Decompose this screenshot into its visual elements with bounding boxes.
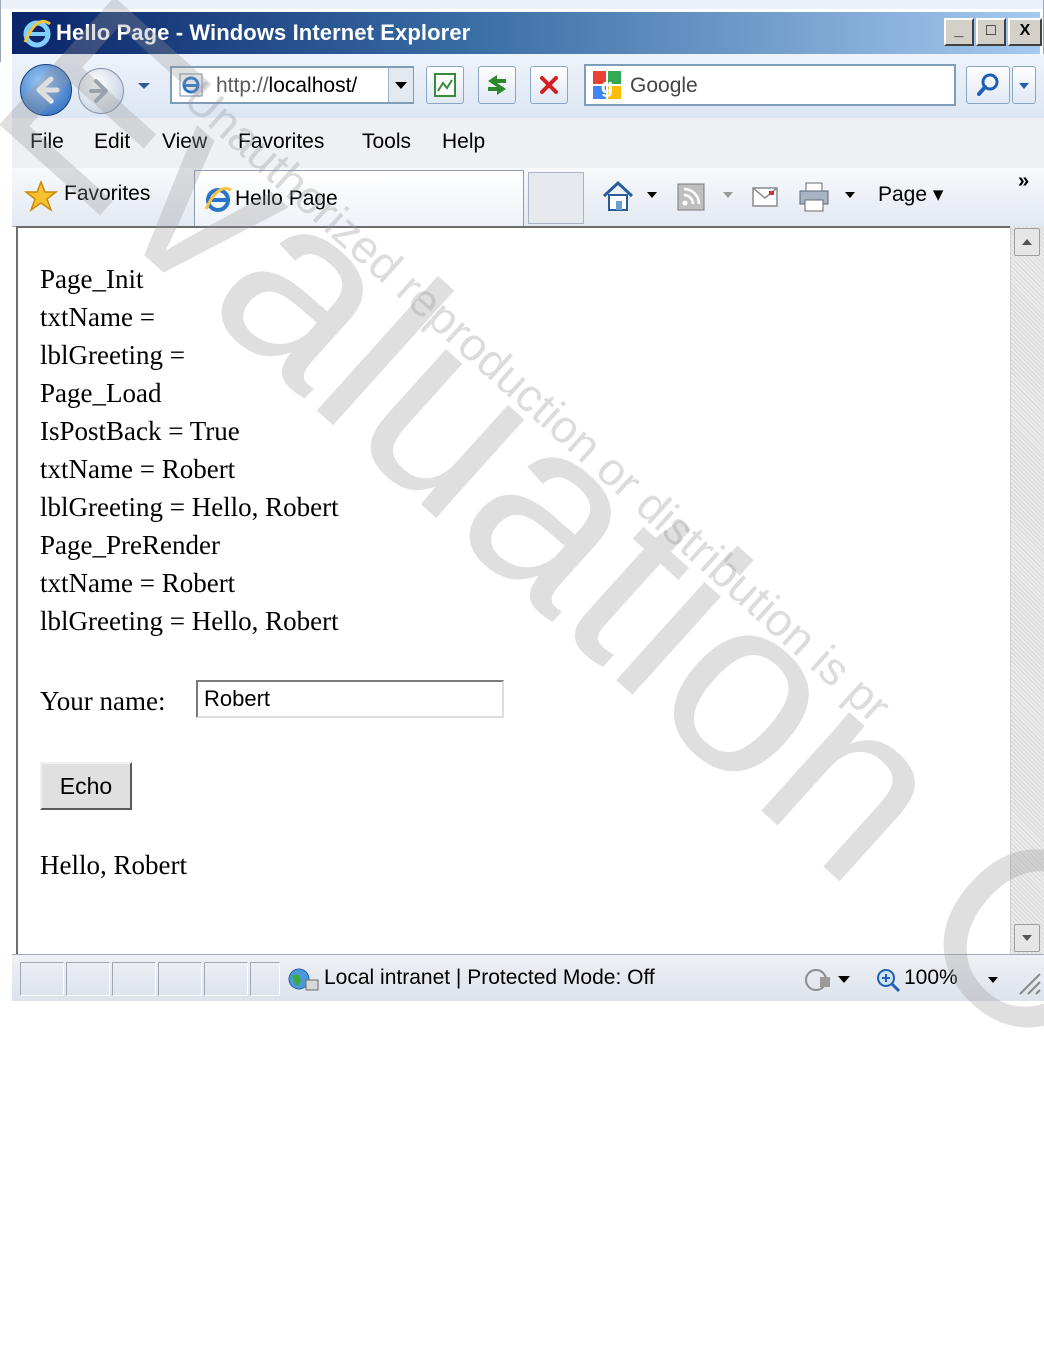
page-icon xyxy=(179,73,203,97)
tab-title: Hello Page xyxy=(235,187,338,210)
printer-icon[interactable] xyxy=(796,180,832,214)
forward-arrow-icon xyxy=(89,79,108,103)
trace-line: txtName = Robert xyxy=(40,568,236,598)
close-button[interactable]: X xyxy=(1008,18,1042,46)
search-box[interactable]: g Google xyxy=(584,64,956,106)
svg-text:g: g xyxy=(601,76,613,98)
address-protocol: http:// xyxy=(216,74,269,97)
greeting-label: Hello, Robert xyxy=(40,850,187,880)
chevron-down-icon xyxy=(1019,83,1029,89)
address-bar[interactable]: http://localhost/ xyxy=(170,66,414,104)
chevron-down-icon[interactable] xyxy=(986,974,1000,986)
new-tab-button[interactable] xyxy=(528,172,584,224)
status-pane xyxy=(66,962,110,996)
menu-tools[interactable]: Tools xyxy=(362,130,411,154)
chevron-down-icon[interactable] xyxy=(646,190,658,200)
menu-file[interactable]: File xyxy=(30,130,64,154)
google-logo-icon: g xyxy=(593,71,621,99)
trace-line: txtName = xyxy=(40,302,155,332)
address-host: localhost/ xyxy=(268,74,358,97)
resize-grip-icon[interactable] xyxy=(1014,968,1042,996)
chevron-down-icon[interactable] xyxy=(722,190,734,200)
status-pane xyxy=(20,962,64,996)
menu-favorites[interactable]: Favorites xyxy=(238,130,324,154)
status-pane xyxy=(158,962,202,996)
ie-page-icon xyxy=(204,187,232,212)
magnifier-icon xyxy=(977,73,999,96)
address-dropdown-button[interactable] xyxy=(388,68,413,102)
trace-output: Page_Init txtName = lblGreeting = Page_L… xyxy=(40,260,339,640)
trace-line: Page_Load xyxy=(40,378,162,408)
back-button[interactable] xyxy=(20,64,72,116)
refresh-icon xyxy=(488,75,506,95)
trace-line: txtName = Robert xyxy=(40,454,236,484)
window-title: Hello Page - Windows Internet Explorer xyxy=(56,20,471,45)
trace-line: Page_Init xyxy=(40,264,144,294)
refresh-button[interactable] xyxy=(478,66,516,104)
chevron-down-icon xyxy=(1022,935,1032,941)
maximize-button[interactable]: □ xyxy=(976,18,1006,46)
globe-icon xyxy=(288,968,319,991)
back-arrow-icon xyxy=(36,76,60,104)
trace-line: Page_PreRender xyxy=(40,530,220,560)
menu-view[interactable]: View xyxy=(162,130,207,154)
name-label: Your name: xyxy=(40,686,166,716)
home-icon[interactable] xyxy=(598,178,638,214)
menu-edit[interactable]: Edit xyxy=(94,130,130,154)
forward-button[interactable] xyxy=(78,68,124,114)
security-zone-status[interactable]: Local intranet | Protected Mode: Off xyxy=(324,966,655,990)
scroll-up-button[interactable] xyxy=(1014,228,1040,256)
compatibility-view-button[interactable] xyxy=(426,66,464,104)
toolbar-overflow-button[interactable]: » xyxy=(1018,170,1029,193)
favorites-star-icon xyxy=(24,180,58,212)
stop-button[interactable] xyxy=(530,66,568,104)
name-input[interactable] xyxy=(196,680,504,718)
ie-logo-icon xyxy=(23,19,51,48)
tab-hello-page[interactable]: Hello Page xyxy=(194,170,524,226)
zoom-level[interactable]: 100% xyxy=(904,966,958,990)
status-pane xyxy=(204,962,248,996)
chevron-down-icon[interactable] xyxy=(844,190,856,200)
vertical-scrollbar[interactable] xyxy=(1010,226,1044,954)
echo-button[interactable]: Echo xyxy=(40,762,132,810)
rss-icon[interactable] xyxy=(676,182,706,212)
protected-mode-lock-icon[interactable] xyxy=(800,966,852,994)
menu-help[interactable]: Help xyxy=(442,130,485,154)
trace-line: IsPostBack = True xyxy=(40,416,240,446)
scroll-down-button[interactable] xyxy=(1014,924,1040,952)
search-placeholder: Google xyxy=(630,74,698,97)
status-pane xyxy=(112,962,156,996)
mail-icon[interactable] xyxy=(750,184,780,210)
page-menu-button[interactable]: Page ▾ xyxy=(878,182,943,207)
search-options-button[interactable] xyxy=(1012,66,1036,104)
trace-line: lblGreeting = Hello, Robert xyxy=(40,492,339,522)
search-button[interactable] xyxy=(966,66,1010,104)
favorites-button[interactable]: Favorites xyxy=(64,182,150,206)
trace-line: lblGreeting = xyxy=(40,340,185,370)
chevron-up-icon xyxy=(1022,239,1032,245)
recent-pages-chevron-icon[interactable] xyxy=(136,80,152,92)
minimize-button[interactable]: _ xyxy=(944,18,974,46)
compatibility-icon xyxy=(434,73,456,97)
status-pane xyxy=(250,962,280,996)
trace-line: lblGreeting = Hello, Robert xyxy=(40,606,339,636)
stop-icon xyxy=(540,76,558,94)
chevron-down-icon xyxy=(395,82,407,89)
zoom-icon[interactable] xyxy=(874,966,902,994)
